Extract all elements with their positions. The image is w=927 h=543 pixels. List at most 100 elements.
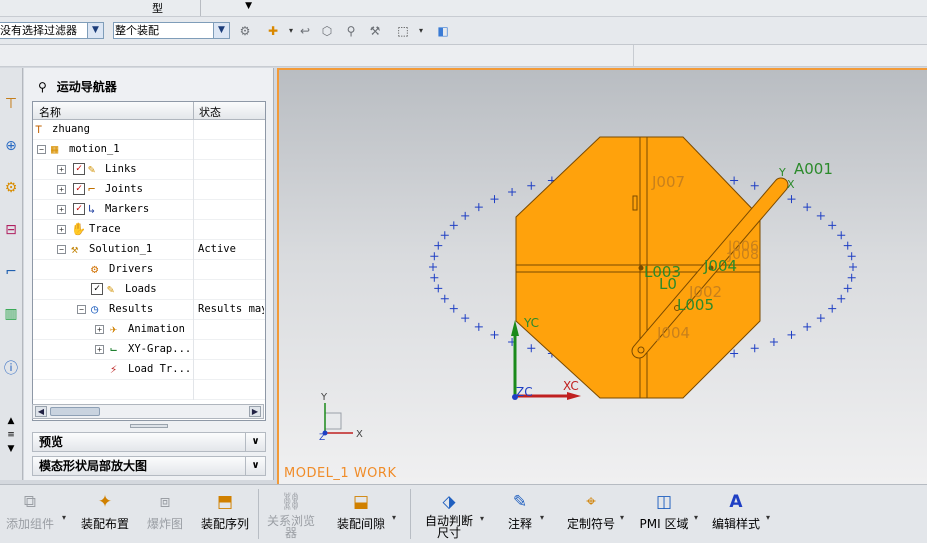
arrangement-button[interactable]: ✦ 装配布置	[78, 489, 132, 539]
select-body-icon[interactable]: ⬡	[318, 22, 336, 40]
tree-row-load-transfer[interactable]: ⚡ Load Tr...	[33, 360, 265, 380]
tree-row-results[interactable]: − ◷ Results Results may	[33, 300, 265, 320]
history-icon[interactable]: ▥	[0, 300, 22, 328]
tree-row-xy-graph[interactable]: + ⌙ XY-Grap...	[33, 340, 265, 360]
collapse-toggle-icon[interactable]: −	[37, 145, 46, 154]
tree-row-motion[interactable]: − ▦ motion_1	[33, 140, 265, 160]
chevron-down-icon[interactable]: ▾	[412, 22, 430, 40]
chevron-down-icon[interactable]: ▼	[213, 23, 229, 38]
select-feature-icon[interactable]: ⚲	[342, 22, 360, 40]
top-strip-dropdown[interactable]: ▼	[200, 0, 258, 16]
visibility-checkbox[interactable]: ✓	[73, 203, 85, 215]
expand-toggle-icon[interactable]: +	[57, 165, 66, 174]
type-filter-select[interactable]: 没有选择过滤器 ▼	[0, 22, 104, 39]
relationship-browser-button[interactable]: ⛓ 关系浏览 器	[264, 489, 318, 539]
tree-row-links[interactable]: + ✓ ✎ Links	[33, 160, 265, 180]
collapse-toggle-icon[interactable]: −	[77, 305, 86, 314]
custom-symbol-button[interactable]: ⌖ 定制符号 ▾	[566, 489, 624, 539]
column-divider	[193, 180, 194, 200]
sequence-button[interactable]: ⬒ 装配序列	[198, 489, 252, 539]
annotation-button[interactable]: ✎ 注释 ▾	[504, 489, 544, 539]
info-icon[interactable]: ⓘ	[0, 354, 22, 382]
column-divider	[193, 280, 194, 300]
cube-view-icon[interactable]: ◧	[434, 22, 452, 40]
edit-style-button[interactable]: A 编辑样式 ▾	[710, 489, 770, 539]
trace-marker	[461, 314, 470, 323]
settings-filter-icon[interactable]: ⚙	[236, 22, 254, 40]
collapse-toggle-icon[interactable]: −	[57, 245, 66, 254]
tree-row-trace[interactable]: + ✋ Trace	[33, 220, 265, 240]
part-navigator-icon[interactable]: ⚙	[0, 174, 22, 202]
scroll-left-icon[interactable]: ◀	[35, 406, 47, 417]
tree-row-markers[interactable]: + ✓ ↳ Markers	[33, 200, 265, 220]
tree-row-solution[interactable]: − ⚒ Solution_1 Active	[33, 240, 265, 260]
chevron-down-icon[interactable]: ▾	[62, 513, 66, 522]
chevron-down-icon[interactable]: ▾	[392, 513, 396, 522]
scroll-up-icon[interactable]: ▲	[0, 414, 22, 428]
navigator-title: 运动导航器	[56, 80, 117, 94]
undo-icon[interactable]: ↩	[296, 22, 314, 40]
pin-icon[interactable]: ⚲	[38, 80, 47, 94]
tree-row-joints[interactable]: + ✓ ⌐ Joints	[33, 180, 265, 200]
pmi-region-button[interactable]: ◫ PMI 区域 ▾	[638, 489, 698, 539]
snap-point-icon[interactable]: ✚	[264, 22, 282, 40]
inferred-dimension-button[interactable]: ⬗ 自动判断 尺寸 ▾	[422, 489, 484, 539]
column-divider[interactable]	[193, 102, 194, 120]
chevron-down-icon[interactable]: ▾	[694, 513, 698, 522]
list-icon[interactable]: ≡	[0, 428, 22, 442]
tree-row-drivers[interactable]: ⚙ Drivers	[33, 260, 265, 280]
trace-marker	[461, 211, 470, 220]
chevron-down-icon[interactable]: ∨	[245, 433, 265, 451]
graphics-viewport[interactable]: A001 Y X J007 J006 J008 J004 L003 L0 J00…	[277, 68, 927, 484]
reuse-library-icon[interactable]: ⊟	[0, 216, 22, 244]
tree-row-animation[interactable]: + ✈ Animation	[33, 320, 265, 340]
modal-shape-section[interactable]: 模态形状局部放大图 ∨	[32, 456, 266, 476]
tree-row-zhuang[interactable]: ⊤ zhuang	[33, 120, 265, 140]
expand-toggle-icon[interactable]: +	[95, 345, 104, 354]
assembly-navigator-icon[interactable]: ⊤	[0, 90, 22, 118]
scope-value: 整个装配	[115, 24, 159, 37]
expand-toggle-icon[interactable]: +	[57, 185, 66, 194]
model-canvas[interactable]: A001 Y X J007 J006 J008 J004 L003 L0 J00…	[279, 70, 927, 484]
column-divider	[193, 320, 194, 340]
box-select-icon[interactable]: ⬚	[394, 22, 412, 40]
add-component-button[interactable]: ⧉ 添加组件 ▾	[2, 489, 66, 539]
chevron-down-icon[interactable]: ▾	[540, 513, 544, 522]
scroll-thumb[interactable]	[50, 407, 100, 416]
motion-navigator-icon[interactable]: ⌐	[0, 258, 22, 286]
visibility-checkbox[interactable]: ✓	[91, 283, 103, 295]
expand-toggle-icon[interactable]: +	[95, 325, 104, 334]
pmi-region-icon: ◫	[655, 492, 673, 512]
col-status-header[interactable]: 状态	[199, 104, 221, 120]
visibility-checkbox[interactable]: ✓	[73, 183, 85, 195]
tree-row-label: zhuang	[52, 123, 90, 135]
preview-section[interactable]: 预览 ∨	[32, 432, 266, 452]
splitter-handle[interactable]	[130, 424, 168, 428]
trace-marker	[730, 176, 739, 185]
col-name-header[interactable]: 名称	[39, 104, 61, 120]
chevron-down-icon[interactable]: ▾	[620, 513, 624, 522]
trace-marker	[843, 241, 852, 250]
scope-select[interactable]: 整个装配 ▼	[113, 22, 230, 39]
chevron-down-icon[interactable]: ▾	[480, 513, 484, 525]
expand-toggle-icon[interactable]: +	[57, 225, 66, 234]
tree-row-loads[interactable]: ✓ ✎ Loads	[33, 280, 265, 300]
visibility-checkbox[interactable]: ✓	[73, 163, 85, 175]
clearance-label: 装配间隙	[336, 517, 385, 531]
label-l0: L0	[659, 275, 677, 293]
exploded-view-label: 爆炸图	[146, 517, 183, 531]
chevron-down-icon[interactable]: ∨	[245, 457, 265, 475]
xc-arrow	[567, 392, 581, 400]
expand-toggle-icon[interactable]: +	[57, 205, 66, 214]
constraint-navigator-icon[interactable]: ⊕	[0, 132, 22, 160]
chevron-down-icon[interactable]: ▼	[87, 23, 103, 38]
trace-marker	[490, 195, 499, 204]
clearance-button[interactable]: ⬓ 装配间隙 ▾	[334, 489, 396, 539]
exploded-view-button[interactable]: ⧈ 爆炸图	[144, 489, 186, 539]
scroll-right-icon[interactable]: ▶	[249, 406, 261, 417]
select-component-icon[interactable]: ⚒	[366, 22, 384, 40]
chevron-down-icon[interactable]: ▾	[766, 513, 770, 522]
horizontal-scrollbar[interactable]: ◀ ▶	[32, 404, 264, 419]
scroll-down-icon[interactable]: ▼	[0, 442, 22, 456]
trace-marker	[849, 263, 857, 271]
